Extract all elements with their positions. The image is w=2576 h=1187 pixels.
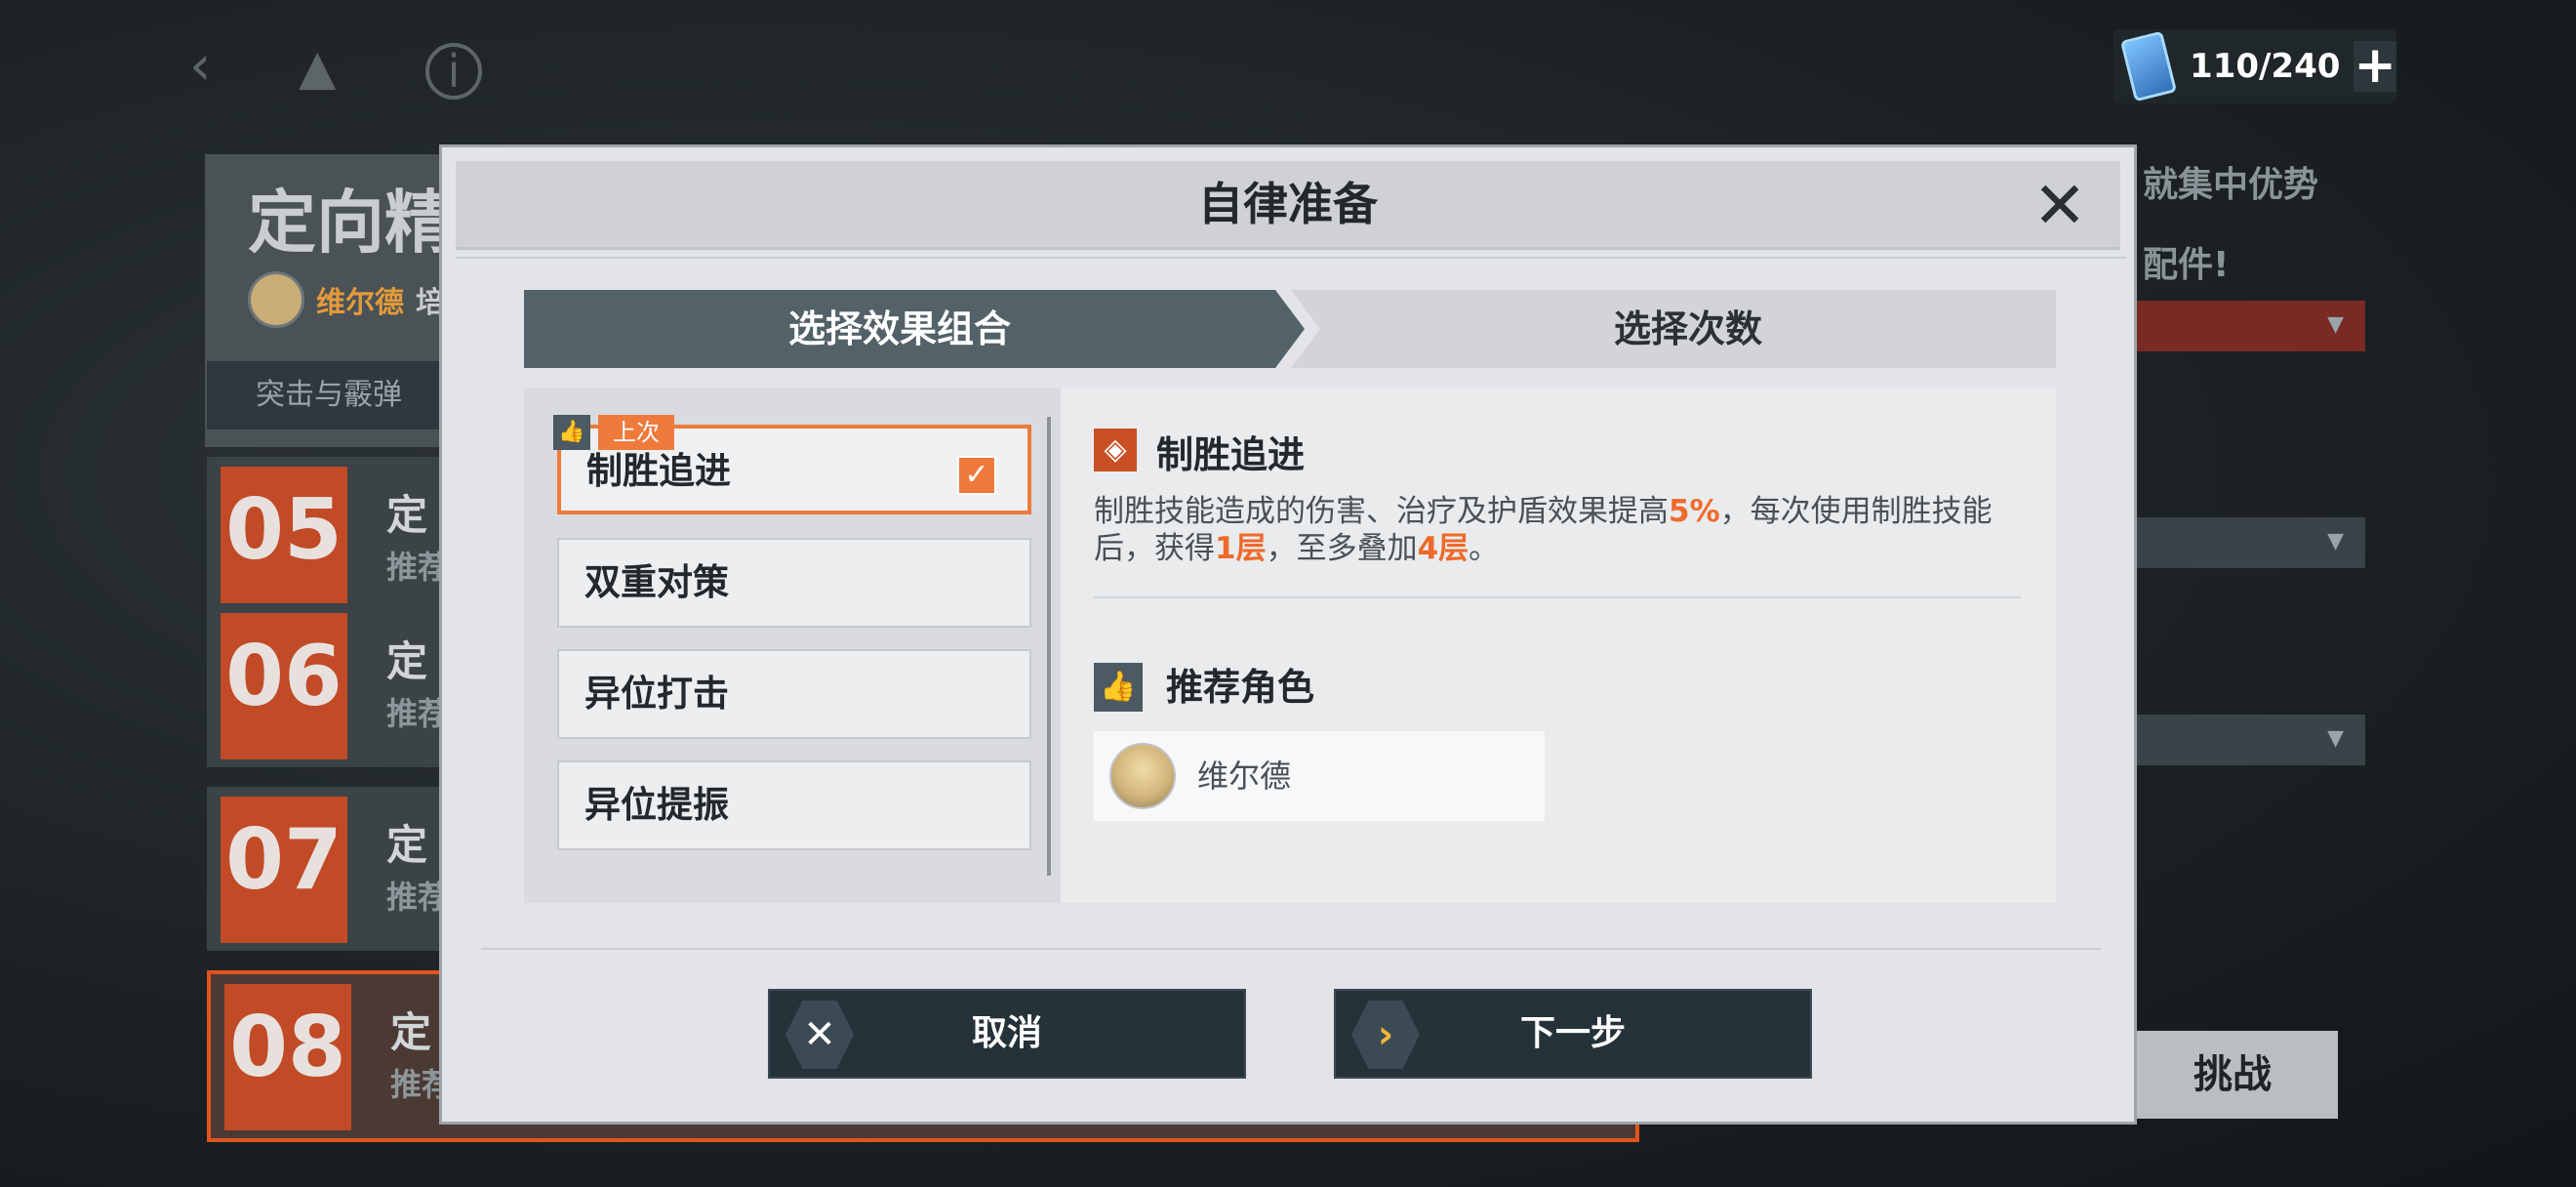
thumbs-up-icon: 👍 — [553, 415, 590, 450]
character-name: 维尔德 — [1197, 757, 1292, 795]
option-list: 👍 上次 制胜追进 ✓ 双重对策 异位打击 异位提振 — [524, 388, 1061, 903]
close-icon[interactable]: ✕ — [2033, 174, 2087, 238]
step-indicator: 选择效果组合 选择次数 — [524, 290, 2056, 368]
triangle-logo-icon: ▲ — [299, 39, 337, 96]
stamina-counter: 110/240 + — [2113, 29, 2396, 103]
step-select-count[interactable]: 选择次数 — [1291, 290, 2056, 368]
add-stamina-button[interactable]: + — [2354, 40, 2396, 92]
scrollbar[interactable] — [1047, 417, 1051, 876]
prep-dialog: 自律准备 ✕ 选择效果组合 选择次数 👍 上次 制胜追进 ✓ 双重对策 异位打击… — [439, 144, 2137, 1125]
info-icon[interactable]: i — [425, 43, 482, 100]
avatar — [1109, 743, 1176, 809]
back-arrow-icon[interactable]: ‹ — [189, 39, 211, 94]
divider — [481, 948, 2101, 950]
background-character: 维尔德培 — [248, 271, 445, 328]
dialog-header: 自律准备 ✕ — [456, 161, 2120, 250]
dropdown-bar[interactable] — [2127, 517, 2365, 568]
skill-name: 制胜追进 — [1156, 433, 1306, 476]
option-yiwei-daji[interactable]: 异位打击 — [557, 649, 1031, 739]
thumbs-up-icon: 👍 — [1094, 663, 1143, 712]
divider — [456, 257, 2126, 259]
stage-07[interactable]: 07 定 推荐 — [207, 787, 461, 951]
option-zhisheng[interactable]: 👍 上次 制胜追进 ✓ — [553, 415, 1031, 514]
effect-detail: ◈ 制胜追进 制胜技能造成的伤害、治疗及护盾效果提高5%，每次使用制胜技能后，获… — [1061, 388, 2056, 903]
checkbox-checked-icon[interactable]: ✓ — [957, 456, 996, 495]
cancel-button[interactable]: ✕ 取消 — [768, 989, 1246, 1079]
dropdown-bar[interactable] — [2127, 301, 2365, 351]
option-yiwei-tizhen[interactable]: 异位提振 — [557, 760, 1031, 850]
stamina-value: 110/240 — [2190, 47, 2341, 86]
challenge-button[interactable]: 挑战 — [2127, 1031, 2338, 1119]
battery-icon — [2119, 30, 2178, 102]
step-select-combo[interactable]: 选择效果组合 — [524, 290, 1305, 368]
stage-06[interactable]: 06 定 推荐 — [207, 603, 461, 767]
option-shuangchong[interactable]: 双重对策 — [557, 538, 1031, 628]
skill-description: 制胜技能造成的伤害、治疗及护盾效果提高5%，每次使用制胜技能后，获得1层，至多叠… — [1094, 494, 1992, 566]
background-right-column: 就集中优势 配件! — [2127, 156, 2365, 765]
skill-icon: ◈ — [1094, 429, 1137, 471]
recommended-character[interactable]: 维尔德 — [1094, 731, 1545, 821]
dropdown-bar[interactable] — [2127, 715, 2365, 765]
background-tab[interactable]: 突击与霰弹 — [207, 361, 451, 430]
recommended-title: 推荐角色 — [1166, 666, 1315, 709]
next-button[interactable]: › 下一步 — [1334, 989, 1812, 1079]
divider — [1094, 596, 2021, 598]
background-title: 定向精 — [248, 183, 453, 263]
content-area: 👍 上次 制胜追进 ✓ 双重对策 异位打击 异位提振 ◈ 制胜追进 制胜技能造成… — [524, 388, 2056, 903]
dialog-title: 自律准备 — [1198, 178, 1378, 230]
avatar — [248, 271, 304, 328]
stage-05[interactable]: 05 定 推荐 — [207, 457, 461, 621]
